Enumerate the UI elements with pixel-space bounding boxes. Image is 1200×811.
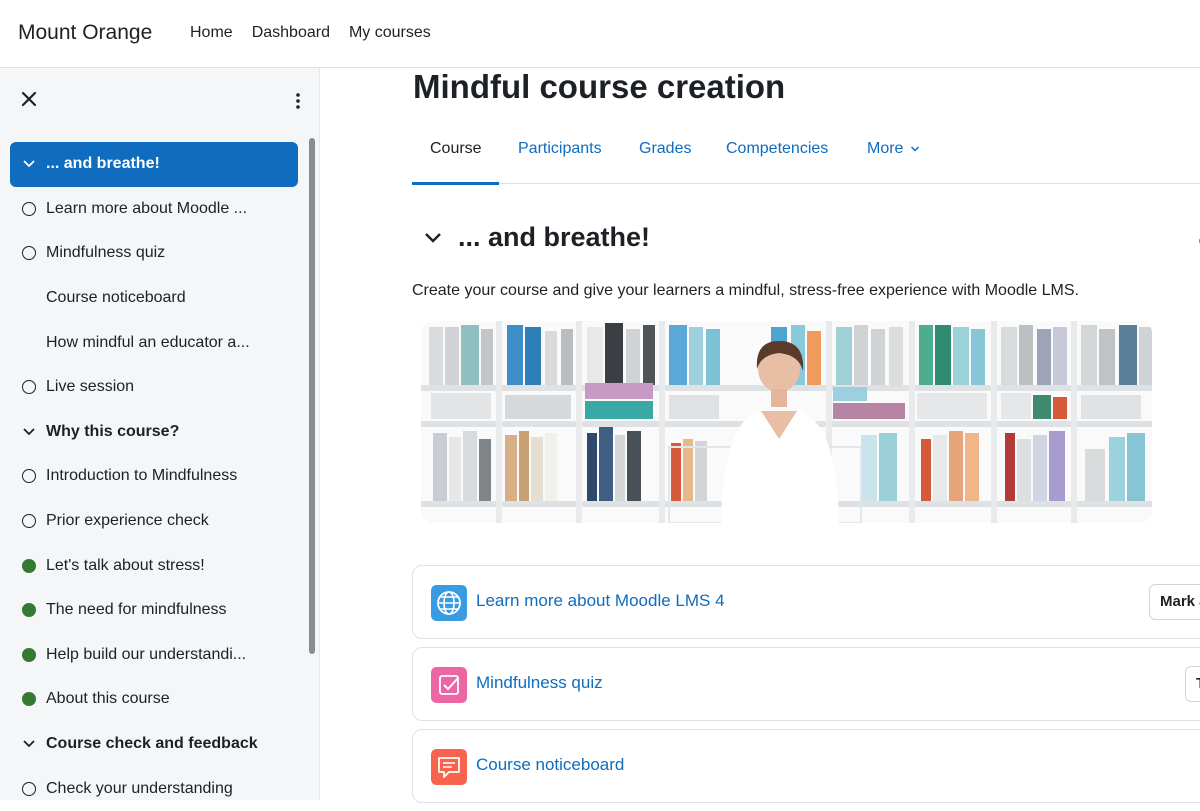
course-index-activity[interactable]: Learn more about Moodle ... bbox=[10, 187, 298, 232]
completion-done-icon bbox=[22, 558, 36, 573]
course-index-activity[interactable]: Help build our understandi... bbox=[10, 633, 298, 678]
chevron-down-icon[interactable] bbox=[22, 159, 36, 169]
course-index-section[interactable]: Why this course? bbox=[10, 410, 298, 455]
globe-icon bbox=[431, 585, 467, 621]
section-banner-image bbox=[421, 321, 1152, 523]
course-index-activity[interactable]: The need for mindfulness bbox=[10, 588, 298, 633]
activity-card-quiz: Mindfulness quiz To do bbox=[412, 647, 1200, 721]
course-index-label: Mindfulness quiz bbox=[46, 244, 166, 262]
course-index-list: ... and breathe! Learn more about Moodle … bbox=[10, 142, 298, 811]
course-index-drawer: ... and breathe! Learn more about Moodle … bbox=[0, 68, 320, 800]
completion-pending-icon bbox=[22, 246, 36, 261]
tab-more-label: More bbox=[867, 140, 904, 157]
chevron-down-icon bbox=[910, 146, 919, 152]
course-index-label: ... and breathe! bbox=[46, 155, 160, 173]
quiz-icon bbox=[431, 667, 467, 703]
course-index-label: Course noticeboard bbox=[46, 289, 186, 307]
top-navbar: Mount Orange Home Dashboard My courses bbox=[0, 0, 1200, 68]
course-index-section[interactable]: Course check and feedback bbox=[10, 722, 298, 767]
completion-done-icon bbox=[22, 647, 36, 662]
course-index-label: Introduction to Mindfulness bbox=[46, 467, 238, 485]
chevron-down-icon[interactable] bbox=[22, 427, 36, 437]
page-title: Mindful course creation bbox=[413, 68, 786, 105]
chevron-down-icon[interactable] bbox=[22, 739, 36, 749]
activity-name[interactable]: Learn more about Moodle LMS 4 bbox=[476, 591, 725, 611]
course-index-label: About this course bbox=[46, 690, 170, 708]
nav-my-courses[interactable]: My courses bbox=[349, 24, 431, 42]
kebab-menu-icon[interactable] bbox=[292, 92, 304, 110]
tab-participants[interactable]: Participants bbox=[518, 140, 602, 158]
course-tabs: Course Participants Grades Competencies … bbox=[412, 126, 1200, 185]
activity-name[interactable]: Mindfulness quiz bbox=[476, 673, 603, 693]
activity-card-url: Learn more about Moodle LMS 4 Mark as do… bbox=[412, 565, 1200, 639]
course-index-label: Live session bbox=[46, 378, 135, 396]
course-index-label: The need for mindfulness bbox=[46, 601, 227, 619]
course-index-activity[interactable]: Live session bbox=[10, 365, 298, 410]
course-index-label: Course check and feedback bbox=[46, 735, 258, 753]
course-index-label: Why this course? bbox=[46, 422, 180, 440]
course-index-activity[interactable]: Prior experience check bbox=[10, 499, 298, 544]
chevron-down-icon[interactable] bbox=[424, 232, 442, 244]
course-index-label: Prior experience check bbox=[46, 512, 209, 530]
course-index-activity[interactable]: Course noticeboard bbox=[10, 276, 298, 321]
course-index-activity[interactable]: Mindfulness quiz bbox=[10, 231, 298, 276]
drawer-scrollbar[interactable] bbox=[309, 138, 315, 654]
section-title: ... and breathe! bbox=[458, 222, 651, 252]
section-summary: Create your course and give your learner… bbox=[412, 282, 1079, 299]
tab-competencies[interactable]: Competencies bbox=[726, 140, 828, 158]
course-index-label: Help build our understandi... bbox=[46, 645, 247, 663]
course-index-activity[interactable]: Check your understanding bbox=[10, 766, 298, 811]
activity-card-forum: Course noticeboard bbox=[412, 729, 1200, 803]
course-index-activity[interactable]: Introduction to Mindfulness bbox=[10, 454, 298, 499]
completion-pending-icon bbox=[22, 469, 36, 484]
tab-course[interactable]: Course bbox=[430, 140, 482, 158]
completion-pending-icon bbox=[22, 201, 36, 216]
todo-button[interactable]: To do bbox=[1185, 666, 1200, 702]
course-index-label: Let's talk about stress! bbox=[46, 556, 205, 574]
course-index-label: How mindful an educator a... bbox=[46, 333, 250, 351]
course-index-label: Check your understanding bbox=[46, 779, 233, 797]
course-index-activity[interactable]: About this course bbox=[10, 677, 298, 722]
nav-home[interactable]: Home bbox=[190, 24, 233, 42]
mark-as-done-button[interactable]: Mark as done bbox=[1149, 584, 1200, 620]
tab-grades[interactable]: Grades bbox=[639, 140, 691, 158]
completion-pending-icon bbox=[22, 781, 36, 796]
completion-pending-icon bbox=[22, 514, 36, 529]
forum-icon bbox=[431, 749, 467, 785]
collapse-all-link-edge[interactable] bbox=[1196, 234, 1200, 248]
section-header: ... and breathe! bbox=[424, 222, 650, 253]
close-icon[interactable] bbox=[20, 90, 38, 108]
main-content: Mindful course creation Course Participa… bbox=[320, 68, 1200, 803]
completion-pending-icon bbox=[22, 380, 36, 395]
course-index-activity[interactable]: Let's talk about stress! bbox=[10, 543, 298, 588]
activity-name[interactable]: Course noticeboard bbox=[476, 755, 624, 775]
primary-nav: Home Dashboard My courses bbox=[190, 24, 450, 42]
active-tab-indicator bbox=[412, 182, 499, 185]
site-brand[interactable]: Mount Orange bbox=[18, 21, 152, 45]
completion-done-icon bbox=[22, 692, 36, 707]
completion-done-icon bbox=[22, 603, 36, 618]
tab-more[interactable]: More bbox=[867, 140, 920, 158]
course-index-activity[interactable]: How mindful an educator a... bbox=[10, 320, 298, 365]
nav-dashboard[interactable]: Dashboard bbox=[252, 24, 330, 42]
course-index-label: Learn more about Moodle ... bbox=[46, 199, 248, 217]
course-index-section[interactable]: ... and breathe! bbox=[10, 142, 298, 187]
